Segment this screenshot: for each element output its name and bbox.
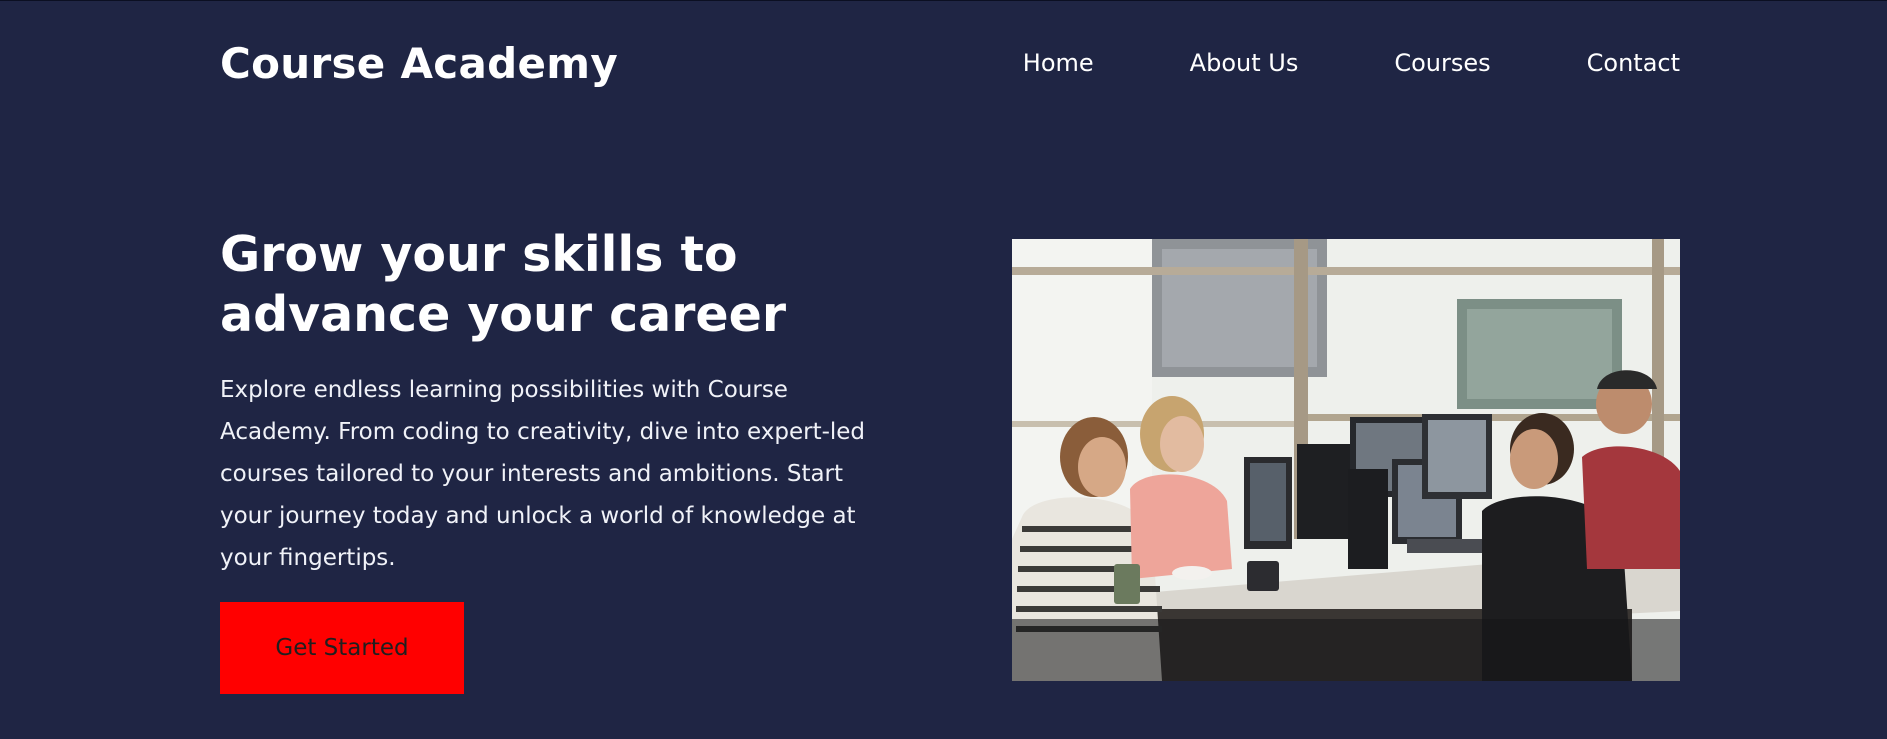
nav-courses-link[interactable]: Courses <box>1394 49 1490 77</box>
hero-description: Explore endless learning possibilities w… <box>220 377 866 571</box>
nav-home-link[interactable]: Home <box>1023 49 1094 77</box>
nav-about-us-link[interactable]: About Us <box>1190 49 1299 77</box>
people-working-at-computers-photo <box>1012 239 1680 681</box>
hero-image <box>1012 239 1680 681</box>
get-started-button[interactable]: Get Started <box>220 602 464 694</box>
site-header: Course Academy Home About Us Courses Con… <box>220 1 1680 127</box>
site-logo[interactable]: Course Academy <box>220 39 618 88</box>
main-nav: Home About Us Courses Contact <box>1023 49 1680 77</box>
nav-contact-link[interactable]: Contact <box>1587 49 1680 77</box>
hero-title: Grow your skills to advance your career <box>220 226 786 343</box>
